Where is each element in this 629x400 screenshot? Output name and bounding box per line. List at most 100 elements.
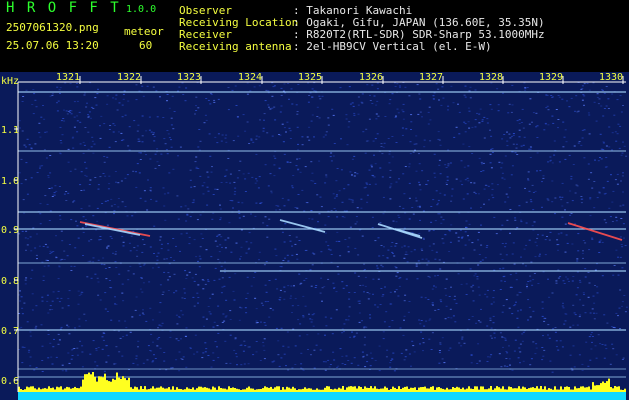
level-bar bbox=[150, 388, 152, 392]
level-bar bbox=[330, 389, 332, 392]
level-bar bbox=[152, 386, 154, 392]
level-bar bbox=[268, 387, 270, 392]
level-bar bbox=[488, 388, 490, 392]
y-tick-label: 0.6 bbox=[1, 376, 19, 387]
level-bar bbox=[128, 377, 130, 392]
level-bar bbox=[616, 386, 618, 392]
level-bar bbox=[424, 386, 426, 392]
level-bar bbox=[186, 387, 188, 392]
level-bar bbox=[134, 386, 136, 392]
level-bar bbox=[604, 382, 606, 392]
x-tick-label: 1328 bbox=[479, 72, 503, 83]
level-bar bbox=[200, 386, 202, 392]
level-bar bbox=[24, 389, 26, 392]
level-bar bbox=[450, 389, 452, 392]
level-bar bbox=[98, 376, 100, 392]
level-bar bbox=[386, 387, 388, 392]
level-bar bbox=[308, 388, 310, 392]
level-bar bbox=[172, 386, 174, 392]
info-value-antenna: : 2el-HB9CV Vertical (el. E-W) bbox=[293, 40, 492, 53]
level-bar bbox=[576, 388, 578, 392]
x-tick-label: 1324 bbox=[238, 72, 262, 83]
level-bar bbox=[556, 389, 558, 392]
level-bar bbox=[418, 387, 420, 392]
level-bar bbox=[112, 378, 114, 392]
level-bar bbox=[318, 389, 320, 392]
level-bar bbox=[62, 389, 64, 392]
level-bar bbox=[582, 386, 584, 392]
level-bar bbox=[348, 386, 350, 392]
level-bar bbox=[170, 389, 172, 392]
level-bar bbox=[70, 388, 72, 392]
level-bar bbox=[404, 386, 406, 392]
level-bar bbox=[306, 388, 308, 392]
level-bar bbox=[26, 386, 28, 392]
level-bar bbox=[140, 386, 142, 392]
level-bar bbox=[612, 388, 614, 392]
level-bar bbox=[236, 388, 238, 392]
level-bar bbox=[400, 389, 402, 392]
level-bar bbox=[80, 386, 82, 392]
level-bar bbox=[548, 388, 550, 392]
level-bar bbox=[484, 389, 486, 392]
cyan-level-band bbox=[18, 392, 626, 400]
level-bar bbox=[270, 386, 272, 392]
level-bar bbox=[52, 387, 54, 392]
level-bar bbox=[546, 389, 548, 392]
level-bar bbox=[620, 389, 622, 392]
level-bar bbox=[104, 373, 106, 392]
level-bar bbox=[498, 387, 500, 392]
level-bar bbox=[136, 387, 138, 392]
level-bar bbox=[220, 388, 222, 392]
level-bar bbox=[586, 387, 588, 392]
level-bar bbox=[476, 386, 478, 392]
level-bar bbox=[408, 388, 410, 392]
level-bar bbox=[72, 388, 74, 392]
level-bar bbox=[30, 386, 32, 392]
x-tick-label: 1329 bbox=[539, 72, 563, 83]
level-bar bbox=[28, 387, 30, 392]
level-bar bbox=[434, 389, 436, 392]
level-bar bbox=[224, 388, 226, 392]
level-bar bbox=[248, 386, 250, 392]
level-bar bbox=[46, 388, 48, 392]
level-bar bbox=[564, 386, 566, 392]
level-bar bbox=[596, 385, 598, 392]
level-bar bbox=[530, 387, 532, 392]
level-bar bbox=[216, 389, 218, 392]
level-bar bbox=[240, 390, 242, 392]
level-bar bbox=[580, 386, 582, 392]
spectrogram-background bbox=[0, 72, 629, 400]
level-bar bbox=[496, 386, 498, 392]
level-bar bbox=[570, 389, 572, 392]
level-bar bbox=[356, 388, 358, 392]
level-bar bbox=[410, 387, 412, 392]
level-bar bbox=[252, 388, 254, 392]
level-bar bbox=[212, 386, 214, 392]
level-bar bbox=[332, 389, 334, 392]
level-bar bbox=[82, 379, 84, 392]
level-bar bbox=[146, 389, 148, 392]
level-bar bbox=[392, 386, 394, 392]
level-bar bbox=[22, 390, 24, 392]
level-bar bbox=[540, 386, 542, 392]
level-bar bbox=[566, 386, 568, 392]
level-bar bbox=[36, 389, 38, 392]
level-bar bbox=[402, 387, 404, 392]
y-tick-label: 0.9 bbox=[1, 225, 19, 236]
level-bar bbox=[490, 386, 492, 392]
level-bar bbox=[64, 388, 66, 392]
level-bar bbox=[254, 389, 256, 392]
level-bar bbox=[526, 389, 528, 392]
level-bar bbox=[538, 388, 540, 392]
level-bar bbox=[258, 389, 260, 392]
level-bar bbox=[390, 389, 392, 392]
level-bar bbox=[144, 386, 146, 392]
level-bar bbox=[106, 380, 108, 392]
level-bar bbox=[188, 388, 190, 392]
level-bar bbox=[302, 388, 304, 392]
level-bar bbox=[286, 386, 288, 392]
level-bar bbox=[280, 389, 282, 392]
x-tick-label: 1322 bbox=[117, 72, 141, 83]
level-bar bbox=[378, 389, 380, 392]
